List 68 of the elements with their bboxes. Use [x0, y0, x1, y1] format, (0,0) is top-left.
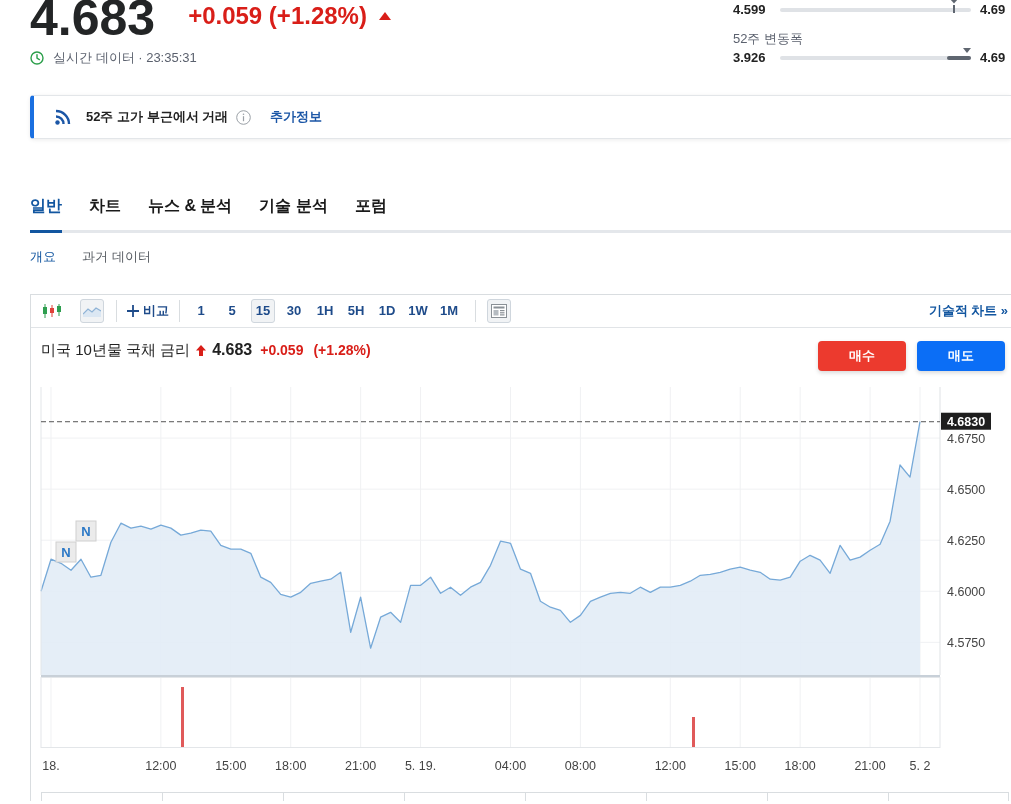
chart-change-percent: (+1.28%)	[313, 340, 371, 360]
more-info-link[interactable]: 추가정보	[270, 107, 323, 127]
rss-icon	[55, 109, 71, 125]
interval-button[interactable]: 1W	[406, 299, 430, 323]
news-marker[interactable]: N	[75, 520, 97, 542]
chart-title: 미국 10년물 국채 금리	[41, 339, 191, 360]
x-axis-label: 15:00	[215, 759, 247, 773]
subtab[interactable]: 과거 데이터	[82, 247, 151, 267]
x-axis-label: 21:00	[345, 759, 377, 773]
ref-line-label: 4.6830	[946, 414, 986, 429]
range-band	[947, 56, 971, 60]
x-axis-label: 5. 2	[909, 759, 931, 773]
x-axis-label: 04:00	[494, 759, 527, 773]
interval-button[interactable]: 1H	[313, 299, 337, 323]
tab[interactable]: 차트	[89, 190, 121, 233]
chart-change: +0.059	[260, 340, 304, 360]
clock-icon	[30, 51, 44, 65]
x-axis-label: 21:00	[854, 759, 886, 773]
compare-button[interactable]: 비교	[127, 301, 169, 321]
info-icon	[236, 109, 252, 125]
tab[interactable]: 포럼	[354, 190, 387, 233]
range-high-value: 4.69	[980, 50, 1006, 66]
interval-button[interactable]: 30	[282, 299, 306, 323]
y-axis-label: 4.5750	[947, 635, 986, 650]
news-marker[interactable]: N	[55, 541, 77, 563]
layout-button[interactable]	[487, 299, 511, 323]
alert-text: 52주 고가 부근에서 거래	[86, 108, 229, 127]
realtime-status: 실시간 데이터 · 23:35:31	[53, 49, 197, 68]
x-axis-label: 15:00	[724, 759, 756, 773]
x-axis-label: 18:00	[784, 759, 816, 773]
chart-price: 4.683	[212, 340, 253, 360]
tab[interactable]: 기술 분석	[259, 190, 328, 233]
volume-bar	[181, 687, 184, 747]
interval-button[interactable]: 5	[220, 299, 244, 323]
x-axis-label: 12:00	[145, 759, 177, 773]
tab[interactable]: 뉴스 & 분석	[148, 190, 233, 233]
technical-chart-link[interactable]: 기술적 차트 »	[928, 301, 1008, 321]
layout-icon	[491, 304, 507, 318]
range-low-value: 4.599	[733, 2, 767, 18]
x-axis-label: 5. 19.	[404, 759, 437, 773]
interval-button[interactable]: 1	[189, 299, 213, 323]
interval-button[interactable]: 5H	[344, 299, 368, 323]
candlestick-icon	[42, 303, 62, 319]
x-axis-label: 12:00	[654, 759, 686, 773]
x-axis-label: 08:00	[564, 759, 597, 773]
chart-type-button[interactable]	[80, 299, 104, 323]
price-change: +0.059 (+1.28%)	[188, 4, 367, 28]
buy-button[interactable]: 매수	[818, 341, 906, 371]
price-tag: 4.6830	[941, 412, 991, 430]
volume-bar	[692, 717, 695, 747]
x-axis-label: 18.	[42, 759, 60, 773]
area-chart-icon	[83, 305, 101, 317]
price-value: 4.683	[30, 0, 156, 36]
range-high-value: 4.69	[980, 2, 1006, 18]
subtab[interactable]: 개요	[30, 247, 56, 267]
interval-button[interactable]: 15	[251, 299, 275, 323]
range-low-value: 3.926	[733, 50, 767, 66]
interval-button[interactable]: 1D	[375, 299, 399, 323]
y-axis-label: 4.6250	[947, 533, 986, 548]
x-axis-label: 18:00	[275, 759, 307, 773]
y-axis-label: 4.6750	[947, 431, 986, 446]
y-axis-label: 4.6500	[947, 482, 986, 497]
y-axis-label: 4.6000	[947, 584, 986, 599]
tab[interactable]: 일반	[30, 190, 62, 233]
sell-button[interactable]: 매도	[917, 341, 1005, 371]
range-label: 52주 변동폭	[733, 31, 805, 47]
interval-button[interactable]: 1M	[437, 299, 461, 323]
plus-icon	[127, 305, 139, 317]
